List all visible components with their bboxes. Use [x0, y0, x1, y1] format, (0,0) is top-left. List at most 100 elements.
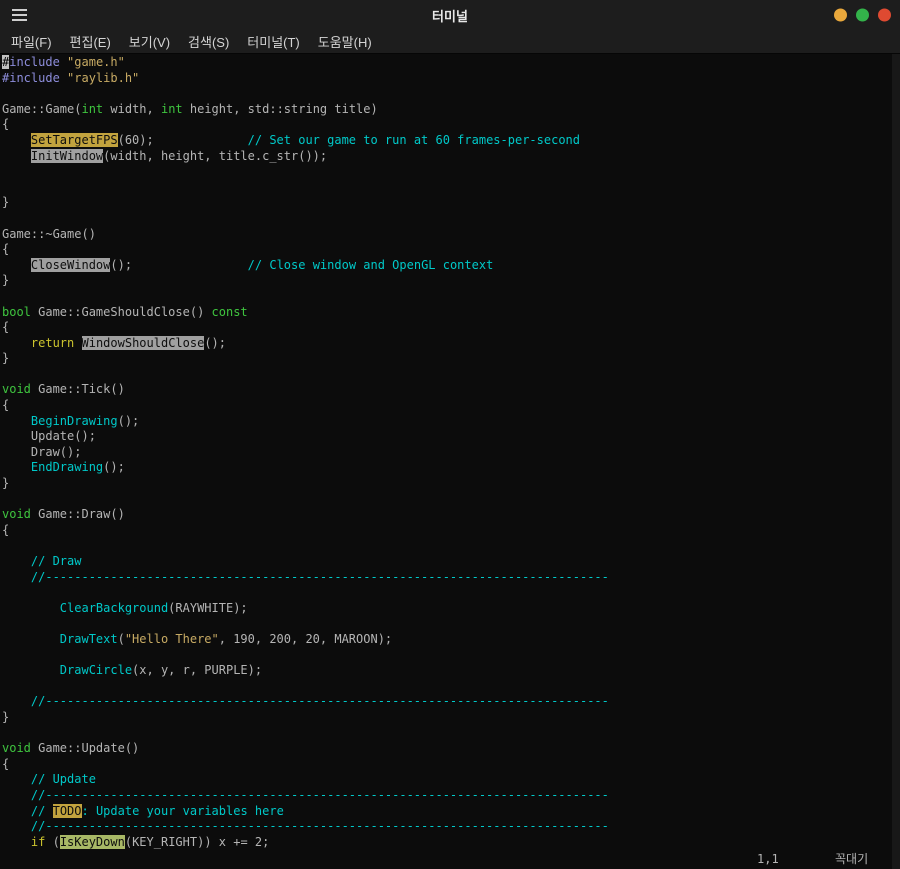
code-line: Draw(); [2, 445, 900, 461]
code-line: Update(); [2, 429, 900, 445]
menu-item-help[interactable]: 도움말(H) [309, 29, 381, 54]
code-line: //--------------------------------------… [2, 694, 900, 710]
vim-statusline: 1,1 꼭대기 [0, 852, 900, 868]
menu-item-view[interactable]: 보기(V) [120, 29, 179, 54]
terminal-content[interactable]: #include "game.h"#include "raylib.h"Game… [0, 54, 900, 869]
code-token: } [2, 351, 9, 365]
code-token: WindowShouldClose [82, 336, 205, 350]
menubar: 파일(F)편집(E)보기(V)검색(S)터미널(T)도움말(H) [0, 30, 900, 54]
maximize-button[interactable] [856, 9, 869, 22]
code-line [2, 180, 900, 196]
code-line: Game::Game(int width, int height, std::s… [2, 102, 900, 118]
code-line [2, 367, 900, 383]
code-line: { [2, 523, 900, 539]
code-token [2, 804, 31, 818]
close-button[interactable] [878, 9, 891, 22]
code-token [2, 772, 31, 786]
code-line: CloseWindow(); // Close window and OpenG… [2, 258, 900, 274]
code-token: { [2, 757, 9, 771]
code-token [2, 694, 31, 708]
code-line: { [2, 117, 900, 133]
window-title: 터미널 [0, 6, 900, 25]
code-token [2, 149, 31, 163]
minimize-button[interactable] [834, 9, 847, 22]
code-line [2, 679, 900, 695]
code-line: void Game::Draw() [2, 507, 900, 523]
code-line: } [2, 195, 900, 211]
code-token [60, 71, 67, 85]
code-line: InitWindow(width, height, title.c_str())… [2, 149, 900, 165]
scrollbar[interactable] [892, 54, 900, 869]
terminal-window: 터미널 파일(F)편집(E)보기(V)검색(S)터미널(T)도움말(H) #in… [0, 0, 900, 869]
code-token [2, 632, 60, 646]
code-token: height, std::string title) [183, 102, 378, 116]
code-line [2, 726, 900, 742]
code-token: } [2, 710, 9, 724]
code-token: (); [204, 336, 226, 350]
code-line: EndDrawing(); [2, 460, 900, 476]
code-token: ( [45, 835, 59, 849]
code-token: { [2, 320, 9, 334]
code-line: { [2, 757, 900, 773]
titlebar: 터미널 [0, 0, 900, 30]
menu-item-edit[interactable]: 편집(E) [61, 29, 120, 54]
code-token: (); [110, 258, 247, 272]
menu-item-search[interactable]: 검색(S) [179, 29, 238, 54]
code-line: if (IsKeyDown(KEY_RIGHT)) x += 2; [2, 835, 900, 851]
code-line [2, 164, 900, 180]
code-area: #include "game.h"#include "raylib.h"Game… [0, 54, 900, 850]
code-token [2, 258, 31, 272]
code-line [2, 585, 900, 601]
code-token: int [81, 102, 103, 116]
code-token: // Draw [31, 554, 82, 568]
code-token: { [2, 523, 9, 537]
code-token: include [9, 55, 60, 69]
code-token: ClearBackground [60, 601, 168, 615]
code-token: //--------------------------------------… [31, 788, 609, 802]
code-token: // Set our game to run at 60 frames-per-… [248, 133, 580, 147]
code-line [2, 86, 900, 102]
hamburger-menu-icon[interactable] [12, 9, 27, 21]
code-line: } [2, 476, 900, 492]
code-line: { [2, 398, 900, 414]
code-token: TODO [53, 804, 82, 818]
menu-item-file[interactable]: 파일(F) [2, 29, 61, 54]
code-token: bool [2, 305, 31, 319]
hamburger-bar [12, 19, 27, 21]
code-token: ( [118, 632, 125, 646]
code-token: //--------------------------------------… [31, 694, 609, 708]
code-token: return [31, 336, 74, 350]
code-token: //--------------------------------------… [31, 570, 609, 584]
code-token: "game.h" [67, 55, 125, 69]
code-line: #include "raylib.h" [2, 71, 900, 87]
code-line [2, 289, 900, 305]
code-token [2, 133, 31, 147]
code-token: CloseWindow [31, 258, 110, 272]
code-token: // [31, 804, 53, 818]
code-token: : Update your variables here [82, 804, 284, 818]
code-line: BeginDrawing(); [2, 414, 900, 430]
code-token: , 190, 200, 20, MAROON); [219, 632, 392, 646]
menu-item-terminal[interactable]: 터미널(T) [238, 29, 308, 54]
window-controls [834, 9, 891, 22]
code-token: Game::GameShouldClose() [31, 305, 212, 319]
hamburger-bar [12, 14, 27, 16]
code-token: DrawText [60, 632, 118, 646]
code-token: Update(); [2, 429, 96, 443]
code-line: //--------------------------------------… [2, 819, 900, 835]
code-token: EndDrawing [31, 460, 103, 474]
code-token: "Hello There" [125, 632, 219, 646]
code-token: Game::Tick() [31, 382, 125, 396]
code-token [60, 55, 67, 69]
code-line: ClearBackground(RAYWHITE); [2, 601, 900, 617]
code-line: { [2, 320, 900, 336]
code-token [2, 570, 31, 584]
code-token: } [2, 195, 9, 209]
code-token: (); [118, 414, 140, 428]
code-token: BeginDrawing [31, 414, 118, 428]
code-line: // Draw [2, 554, 900, 570]
code-token [2, 663, 60, 677]
code-token [2, 819, 31, 833]
code-line: bool Game::GameShouldClose() const [2, 305, 900, 321]
code-line: { [2, 242, 900, 258]
